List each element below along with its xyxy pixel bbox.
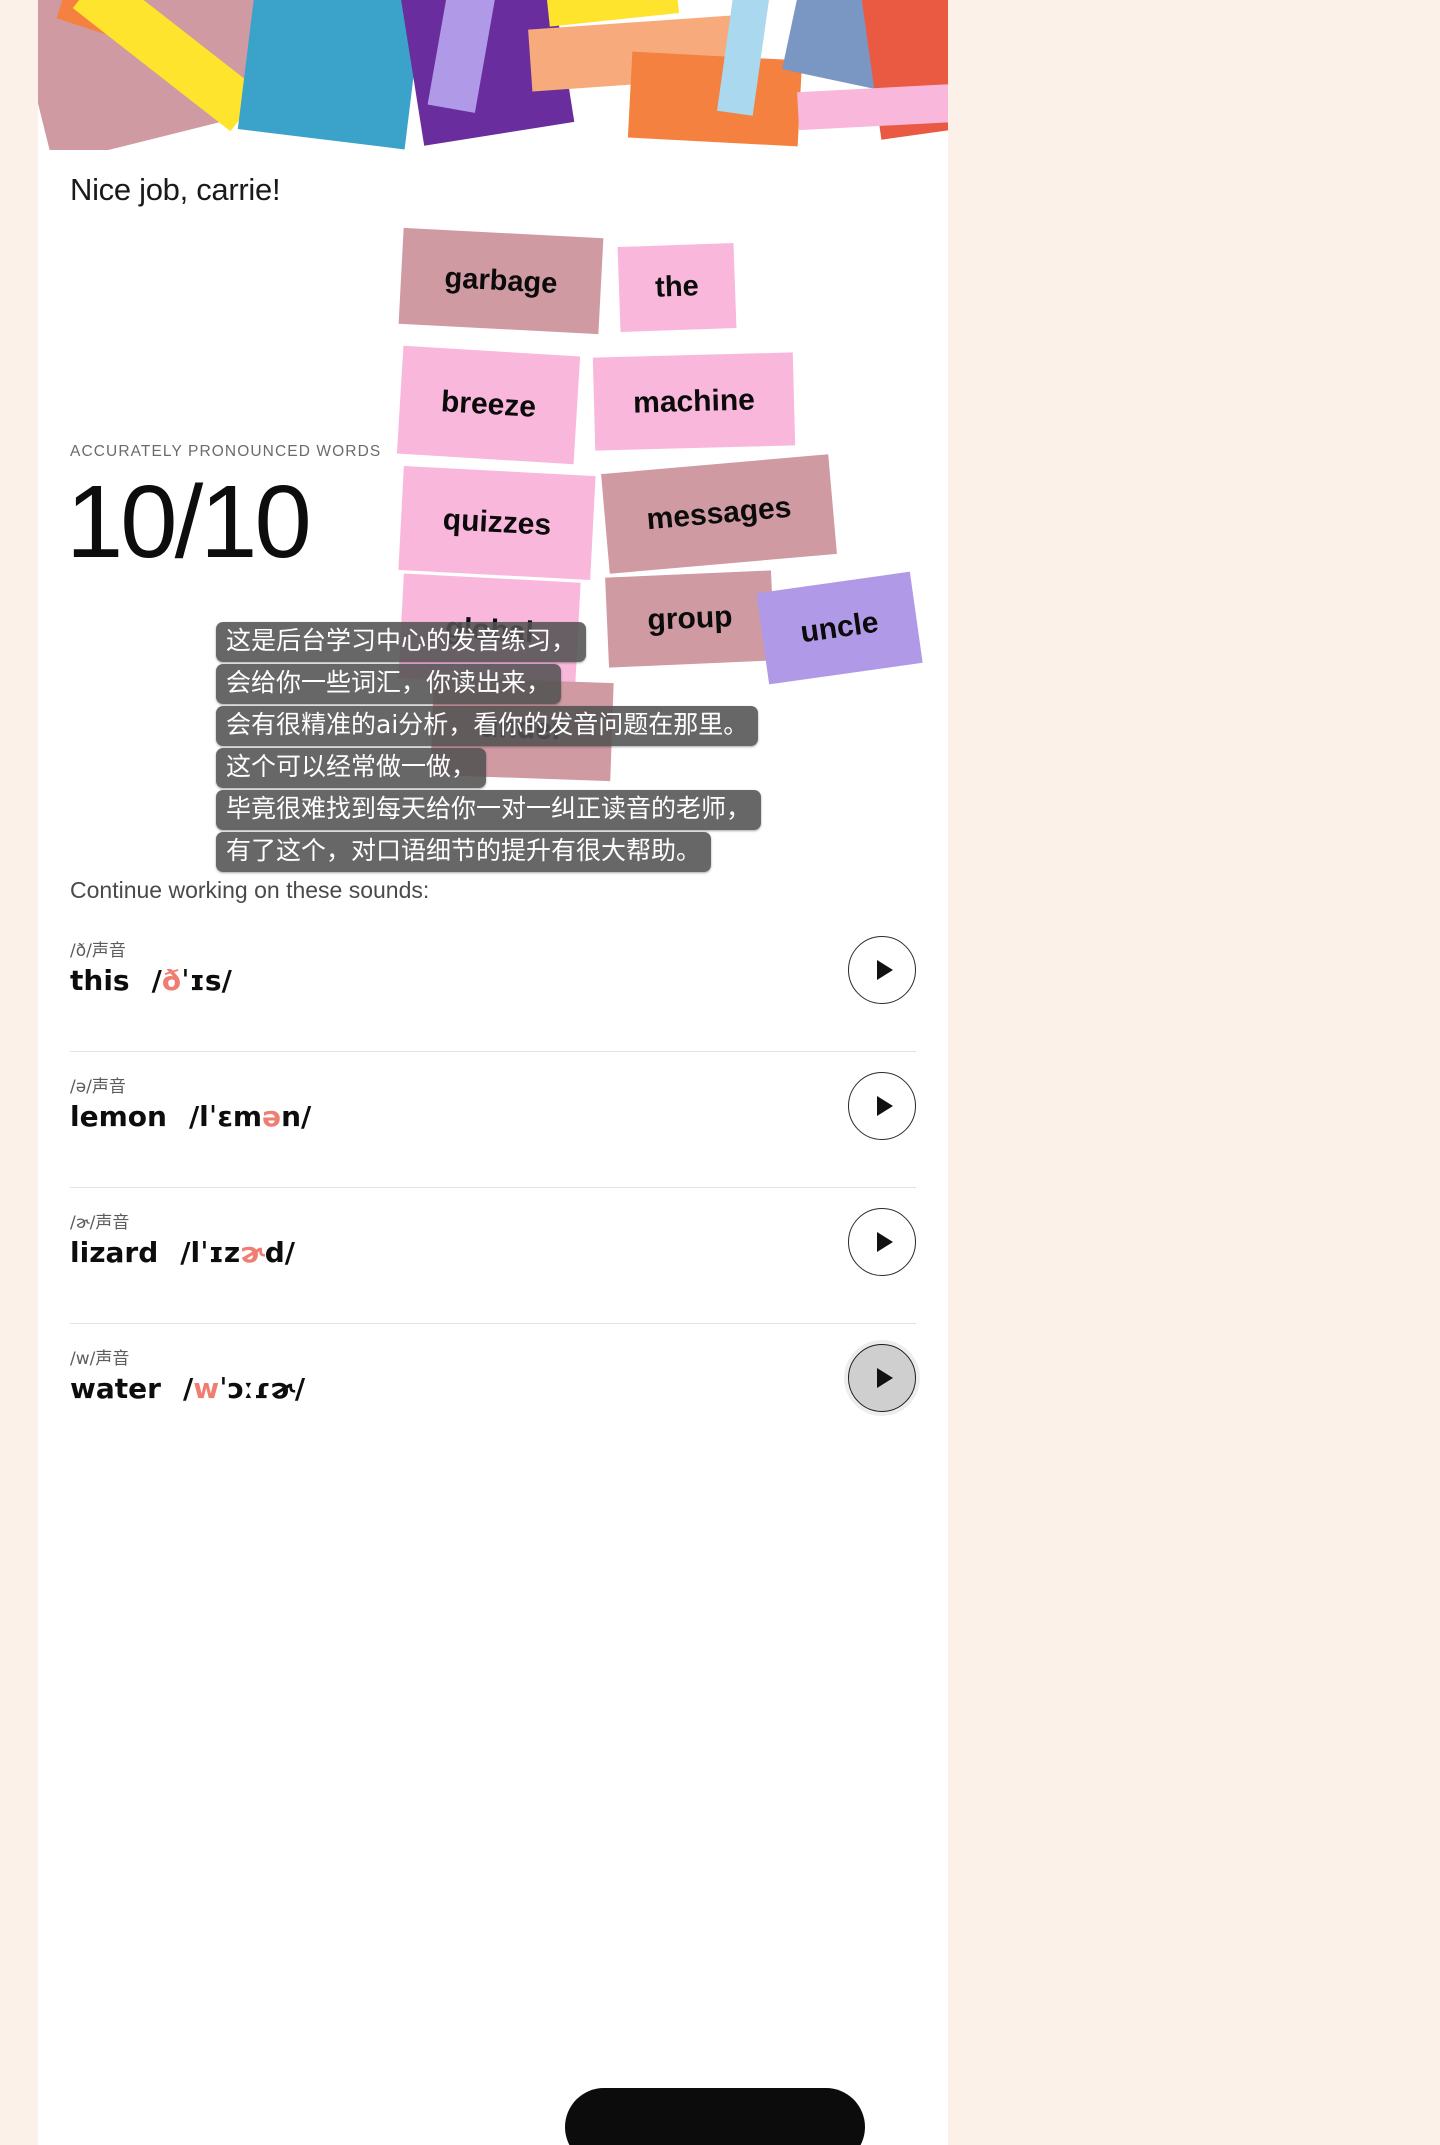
- play-button[interactable]: [848, 1344, 916, 1412]
- word-tile-label: the: [654, 270, 700, 304]
- continue-button[interactable]: Continue: [565, 2088, 865, 2145]
- play-button[interactable]: [848, 1072, 916, 1140]
- row-divider: [70, 1323, 916, 1324]
- sound-main-line: this/ðˈɪs/: [70, 964, 232, 997]
- phone-screen: Nice job, carrie! ACCURATELY PRONOUNCED …: [38, 0, 948, 2145]
- row-divider: [70, 1187, 916, 1188]
- word-tile: garbage: [398, 227, 604, 335]
- subtitle-line: 会有很精准的ai分析，看你的发音问题在那里。: [216, 706, 759, 746]
- sound-word: water: [70, 1372, 161, 1405]
- sound-row[interactable]: /w/声音 water/wˈɔːɾɚ/: [70, 1330, 916, 1459]
- subtitle-line: 会给你一些词汇，你读出来，: [216, 664, 562, 704]
- ipa-prefix: /lˈɛm: [188, 1100, 263, 1133]
- word-tile-label: garbage: [443, 261, 559, 300]
- ipa-highlighted-phoneme: ə: [262, 1100, 282, 1133]
- sound-word: this: [70, 964, 130, 997]
- sound-ipa: /lˈɛmən/: [189, 1100, 311, 1133]
- subtitle-line: 这个可以经常做一做，: [216, 748, 487, 788]
- sound-word: lizard: [70, 1236, 159, 1269]
- ipa-prefix: /lˈɪz: [180, 1236, 241, 1269]
- subtitle-line: 有了这个，对口语细节的提升有很大帮助。: [216, 832, 712, 872]
- subtitle-line: 这是后台学习中心的发音练习，: [216, 622, 587, 662]
- play-button[interactable]: [848, 1208, 916, 1276]
- sound-main-line: lizard/lˈɪzɚd/: [70, 1236, 295, 1269]
- sounds-panel: Continue working on these sounds: /ð/声音 t…: [38, 825, 948, 2145]
- ipa-prefix: /: [182, 1372, 194, 1405]
- play-triangle-icon: [876, 1368, 893, 1388]
- play-triangle-icon: [876, 1096, 893, 1116]
- ipa-suffix: ˈɔːɾɚ/: [219, 1372, 306, 1405]
- play-triangle-icon: [876, 960, 893, 980]
- ipa-highlighted-phoneme: ɚ: [240, 1236, 265, 1269]
- sound-phoneme-label: /w/声音: [70, 1349, 130, 1369]
- word-tile-label: breeze: [440, 385, 537, 424]
- ipa-highlighted-phoneme: w: [193, 1372, 220, 1405]
- sound-phoneme-label: /ɚ/声音: [70, 1213, 130, 1233]
- word-tile: quizzes: [398, 466, 596, 580]
- sound-word: lemon: [70, 1100, 167, 1133]
- play-triangle-icon: [876, 1232, 893, 1252]
- subtitle-line: 毕竟很难找到每天给你一对一纠正读音的老师，: [216, 790, 762, 830]
- ipa-prefix: /: [151, 964, 162, 997]
- word-tile-label: machine: [632, 382, 756, 420]
- play-button[interactable]: [848, 936, 916, 1004]
- sound-row[interactable]: /ɚ/声音 lizard/lˈɪzɚd/: [70, 1194, 916, 1323]
- subtitle-overlay: 这是后台学习中心的发音练习， 会给你一些词汇，你读出来， 会有很精准的ai分析，看你…: [216, 622, 916, 874]
- sound-row[interactable]: /ə/声音 lemon/lˈɛmən/: [70, 1058, 916, 1187]
- sound-main-line: lemon/lˈɛmən/: [70, 1100, 311, 1133]
- ipa-suffix: d/: [264, 1236, 296, 1269]
- sound-main-line: water/wˈɔːɾɚ/: [70, 1372, 305, 1405]
- word-tile-label: quizzes: [442, 503, 552, 542]
- word-tile: messages: [601, 454, 837, 574]
- sound-ipa: /lˈɪzɚd/: [180, 1236, 295, 1269]
- ipa-suffix: n/: [281, 1100, 312, 1133]
- sound-ipa: /wˈɔːɾɚ/: [183, 1372, 305, 1405]
- word-tile-label: messages: [645, 490, 793, 537]
- word-tile: machine: [592, 352, 796, 451]
- sound-phoneme-label: /ð/声音: [70, 941, 126, 961]
- sounds-section-title: Continue working on these sounds:: [70, 877, 430, 903]
- row-divider: [70, 1051, 916, 1052]
- word-tile: the: [617, 243, 737, 332]
- sound-row[interactable]: /ð/声音 this/ðˈɪs/: [70, 922, 916, 1051]
- word-tile: breeze: [396, 345, 581, 465]
- sound-phoneme-label: /ə/声音: [70, 1077, 126, 1097]
- ipa-suffix: ˈɪs/: [181, 964, 232, 997]
- ipa-highlighted-phoneme: ð: [161, 964, 182, 997]
- sound-ipa: /ðˈɪs/: [152, 964, 232, 997]
